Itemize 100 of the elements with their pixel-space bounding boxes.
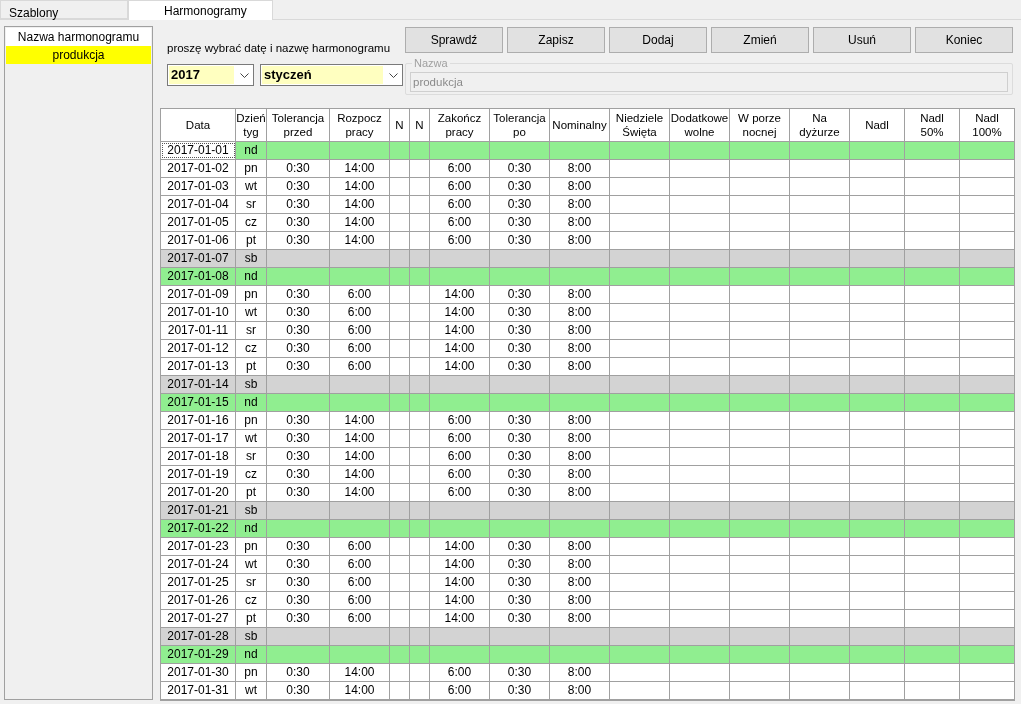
column-header[interactable]: Niedziele Święta — [610, 109, 670, 141]
tab[interactable]: Harmonogramy — [128, 0, 273, 21]
table-cell: 0:30 — [267, 466, 330, 483]
table-cell: 6:00 — [430, 664, 490, 681]
table-cell: wt — [236, 304, 267, 321]
tab[interactable]: Szablony — [0, 0, 128, 19]
column-header[interactable]: Nadl — [850, 109, 905, 141]
table-cell: 0:30 — [490, 574, 550, 591]
table-cell: 0:30 — [490, 214, 550, 231]
table-cell: 6:00 — [330, 322, 390, 339]
table-cell: cz — [236, 592, 267, 609]
table-cell: 0:30 — [490, 304, 550, 321]
column-header[interactable]: N — [410, 109, 430, 141]
table-cell: 14:00 — [430, 610, 490, 627]
table-cell: 0:30 — [267, 178, 330, 195]
action-button[interactable]: Usuń — [813, 27, 911, 53]
action-button[interactable]: Koniec — [915, 27, 1013, 53]
table-cell: 0:30 — [490, 430, 550, 447]
list-item[interactable]: produkcja — [6, 46, 151, 64]
table-cell: 0:30 — [267, 232, 330, 249]
table-cell: 2017-01-03 — [161, 178, 236, 195]
table-cell: 0:30 — [267, 664, 330, 681]
table-cell: 2017-01-07 — [161, 250, 236, 267]
table-cell: pn — [236, 538, 267, 555]
instruction-label: proszę wybrać datę i nazwę harmonogramu — [167, 41, 392, 56]
table-cell: 14:00 — [330, 412, 390, 429]
table-cell: 2017-01-14 — [161, 376, 236, 393]
table-cell: 14:00 — [430, 340, 490, 357]
list-header: Nazwa harmonogramu — [6, 28, 151, 46]
year-dropdown[interactable]: 2017 — [167, 64, 254, 86]
table-cell: nd — [236, 646, 267, 663]
table-cell: 0:30 — [267, 358, 330, 375]
table-cell: nd — [236, 142, 267, 159]
table-cell: 14:00 — [430, 286, 490, 303]
table-cell: 0:30 — [490, 484, 550, 501]
table-cell: 0:30 — [490, 340, 550, 357]
column-header[interactable]: Nominalny — [550, 109, 610, 141]
column-header[interactable]: N — [390, 109, 410, 141]
table-cell: cz — [236, 466, 267, 483]
table-cell: 8:00 — [550, 286, 610, 303]
table-cell: 0:30 — [490, 322, 550, 339]
table-cell: 0:30 — [267, 160, 330, 177]
table-cell: 14:00 — [430, 574, 490, 591]
table-cell: 6:00 — [330, 538, 390, 555]
table-cell: 14:00 — [330, 430, 390, 447]
table-cell: 14:00 — [430, 322, 490, 339]
table-cell: pt — [236, 358, 267, 375]
column-header[interactable]: Nadl 100% — [960, 109, 1014, 141]
column-header[interactable]: Zakończ pracy — [430, 109, 490, 141]
table-cell: 2017-01-22 — [161, 520, 236, 537]
column-header[interactable]: Tolerancja po — [490, 109, 550, 141]
column-header[interactable]: Data — [161, 109, 236, 141]
table-cell: 6:00 — [430, 178, 490, 195]
table-cell: nd — [236, 268, 267, 285]
table-cell: 0:30 — [490, 664, 550, 681]
table-cell: 8:00 — [550, 196, 610, 213]
table-cell: 0:30 — [490, 412, 550, 429]
table-cell: 6:00 — [430, 484, 490, 501]
table-cell: 2017-01-04 — [161, 196, 236, 213]
table-cell: 2017-01-17 — [161, 430, 236, 447]
table-cell: 8:00 — [550, 412, 610, 429]
action-button[interactable]: Dodaj — [609, 27, 707, 53]
action-button[interactable]: Zapisz — [507, 27, 605, 53]
table-cell: 14:00 — [330, 448, 390, 465]
table-cell: 6:00 — [430, 160, 490, 177]
column-header[interactable]: Tolerancja przed — [267, 109, 330, 141]
table-cell: 8:00 — [550, 610, 610, 627]
table-cell: 14:00 — [430, 538, 490, 555]
table-cell: 2017-01-08 — [161, 268, 236, 285]
table-cell: 0:30 — [267, 196, 330, 213]
table-cell: 0:30 — [267, 484, 330, 501]
table-cell: 8:00 — [550, 358, 610, 375]
table-cell: 14:00 — [330, 160, 390, 177]
action-button[interactable]: Sprawdź — [405, 27, 503, 53]
table-cell: 0:30 — [490, 286, 550, 303]
table-cell: 8:00 — [550, 178, 610, 195]
table-cell: 2017-01-30 — [161, 664, 236, 681]
table-cell: 0:30 — [267, 214, 330, 231]
table-cell: 0:30 — [490, 466, 550, 483]
table-cell: wt — [236, 556, 267, 573]
column-header[interactable]: Rozpocz pracy — [330, 109, 390, 141]
table-cell: pt — [236, 232, 267, 249]
table-cell: 8:00 — [550, 448, 610, 465]
table-cell: 2017-01-13 — [161, 358, 236, 375]
column-header[interactable]: Dzień tyg — [236, 109, 267, 141]
table-cell: 0:30 — [490, 358, 550, 375]
action-button[interactable]: Zmień — [711, 27, 809, 53]
column-header[interactable]: Na dyżurze — [790, 109, 850, 141]
column-header[interactable]: Nadl 50% — [905, 109, 960, 141]
column-header[interactable]: Dodatkowe wolne — [670, 109, 730, 141]
month-dropdown[interactable]: styczeń — [260, 64, 403, 86]
table-cell: 0:30 — [490, 232, 550, 249]
table-cell: 0:30 — [490, 610, 550, 627]
table-cell: 0:30 — [267, 322, 330, 339]
column-header[interactable]: W porze nocnej — [730, 109, 790, 141]
table-cell: 2017-01-31 — [161, 682, 236, 699]
table-cell: cz — [236, 340, 267, 357]
table-cell: 2017-01-18 — [161, 448, 236, 465]
table-cell: 8:00 — [550, 556, 610, 573]
table-cell: 14:00 — [430, 358, 490, 375]
